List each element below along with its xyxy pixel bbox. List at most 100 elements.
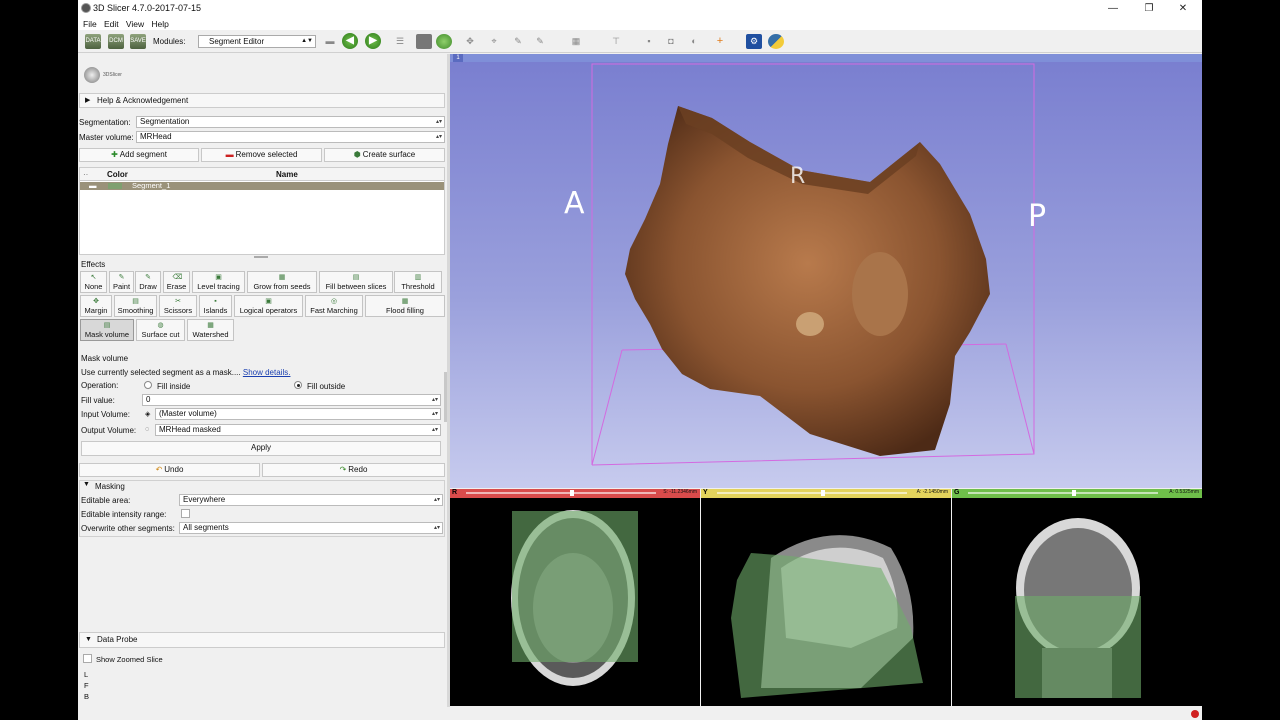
effect-grow-from-seeds-button[interactable]: ▦ Grow from seeds bbox=[247, 271, 317, 293]
overwrite-selector[interactable]: All segments ▴▾ bbox=[179, 522, 443, 534]
yellow-slice-view[interactable] bbox=[701, 498, 951, 706]
red-slice-slider[interactable] bbox=[466, 492, 656, 494]
master-volume-selector[interactable]: MRHead ▴▾ bbox=[136, 131, 445, 143]
editable-area-selector[interactable]: Everywhere ▴▾ bbox=[179, 494, 443, 506]
segment-editor-icon[interactable]: ✎ bbox=[532, 34, 548, 49]
save-button[interactable]: SAVE bbox=[130, 34, 146, 49]
load-dicom-button[interactable]: DCM bbox=[108, 34, 124, 49]
green-slice-slider-handle[interactable] bbox=[1072, 490, 1076, 496]
effect-watershed-button[interactable]: ▦ Watershed bbox=[187, 319, 234, 341]
effect-mask-volume-button[interactable]: ▤ Mask volume bbox=[80, 319, 134, 341]
volume-cube-icon[interactable] bbox=[416, 34, 432, 49]
red-slice-view[interactable] bbox=[450, 498, 700, 706]
models-icon[interactable] bbox=[436, 34, 452, 49]
fill-outside-radio[interactable] bbox=[294, 381, 302, 389]
fill-outside-label[interactable]: Fill outside bbox=[307, 382, 345, 391]
input-volume-selector[interactable]: (Master volume) ▴▾ bbox=[155, 408, 441, 420]
effect-smoothing-button[interactable]: ▤ Smoothing bbox=[114, 295, 157, 317]
effect-fast-marching-button[interactable]: ◎ Fast Marching bbox=[305, 295, 363, 317]
yellow-slice-slider[interactable] bbox=[717, 492, 907, 494]
undo-icon: ↶ bbox=[155, 465, 163, 474]
close-button[interactable]: ✕ bbox=[1166, 0, 1200, 18]
undo-label: Undo bbox=[164, 465, 184, 474]
menu-edit[interactable]: Edit bbox=[104, 18, 119, 30]
yellow-slice-slider-handle[interactable] bbox=[821, 490, 825, 496]
remove-selected-button[interactable]: ▬ Remove selected bbox=[201, 148, 322, 162]
error-log-icon[interactable] bbox=[1191, 710, 1199, 718]
segments-table[interactable]: ·· Color Name ▬ Segment_1 bbox=[79, 167, 445, 255]
effect-margin-button[interactable]: ✥ Margin bbox=[80, 295, 112, 317]
show-details-link[interactable]: Show details. bbox=[243, 368, 291, 377]
table-row[interactable]: ▬ Segment_1 bbox=[80, 182, 444, 190]
forward-arrow-icon[interactable]: ▶ bbox=[365, 33, 381, 49]
effect-scissors-button[interactable]: ✂ Scissors bbox=[159, 295, 197, 317]
effect-level-tracing-button[interactable]: ▣ Level tracing bbox=[192, 271, 245, 293]
show-zoomed-slice-label[interactable]: Show Zoomed Slice bbox=[96, 655, 163, 664]
editable-intensity-checkbox[interactable] bbox=[181, 509, 190, 518]
red-slice-controller[interactable]: R S: -11.2346mm bbox=[450, 489, 700, 498]
splitter-handle[interactable] bbox=[254, 256, 268, 258]
segment-color-swatch[interactable] bbox=[108, 183, 122, 189]
show-zoomed-slice-checkbox[interactable] bbox=[83, 654, 92, 663]
screenshot-icon[interactable]: ▪ bbox=[641, 34, 657, 49]
effect-scissors-icon: ✂ bbox=[175, 298, 181, 305]
load-data-button[interactable]: DATA bbox=[85, 34, 101, 49]
help-acknowledgement-section[interactable]: ▶ Help & Acknowledgement bbox=[79, 93, 445, 108]
menu-file[interactable]: File bbox=[83, 18, 97, 30]
python-console-icon[interactable] bbox=[768, 34, 784, 49]
fill-inside-radio[interactable] bbox=[144, 381, 152, 389]
module-selector[interactable]: Segment Editor ▲▼ bbox=[198, 35, 316, 48]
segments-table-header: ·· Color Name bbox=[80, 168, 444, 181]
crosshair-icon[interactable]: + bbox=[712, 34, 728, 49]
redo-button[interactable]: ↷ Redo bbox=[262, 463, 445, 477]
effect-threshold-button[interactable]: ▥ Threshold bbox=[394, 271, 442, 293]
masking-label[interactable]: Masking bbox=[95, 482, 125, 491]
segmentation-selector[interactable]: Segmentation ▴▾ bbox=[136, 116, 445, 128]
effect-label: Grow from seeds bbox=[253, 282, 311, 291]
sagittal-slice-image bbox=[731, 535, 923, 698]
apply-button[interactable]: Apply bbox=[81, 441, 441, 456]
effect-draw-button[interactable]: ✎ Draw bbox=[135, 271, 161, 293]
spin-arrows-icon[interactable]: ▴▾ bbox=[432, 395, 438, 405]
layout-icon[interactable]: ▦ bbox=[568, 34, 584, 49]
eye-icon[interactable]: ▬ bbox=[89, 182, 97, 190]
window-level-icon[interactable]: ◐ bbox=[686, 34, 702, 49]
3d-view[interactable]: 1 A P R bbox=[450, 54, 1202, 488]
output-volume-node-icon: ◌ bbox=[145, 426, 150, 433]
back-arrow-icon[interactable]: ◀ bbox=[342, 33, 358, 49]
menu-view[interactable]: View bbox=[126, 18, 144, 30]
effect-surface-cut-button[interactable]: ◍ Surface cut bbox=[136, 319, 185, 341]
yellow-slice-controller[interactable]: Y A: -2.1450mm bbox=[701, 489, 951, 498]
transforms-icon[interactable]: ✥ bbox=[462, 34, 478, 49]
module-history-icon[interactable]: ▬ bbox=[322, 34, 338, 49]
output-volume-selector[interactable]: MRHead masked ▴▾ bbox=[155, 424, 441, 436]
effect-erase-button[interactable]: ⌫ Erase bbox=[163, 271, 190, 293]
effect-islands-button[interactable]: ▪ Islands bbox=[199, 295, 232, 317]
green-slice-view[interactable] bbox=[952, 498, 1202, 706]
green-slice-slider[interactable] bbox=[968, 492, 1158, 494]
create-surface-button[interactable]: ⬢ Create surface bbox=[324, 148, 445, 162]
module-list-icon[interactable]: ☰ bbox=[392, 34, 408, 49]
fill-value-spinbox[interactable]: 0 ▴▾ bbox=[142, 394, 441, 406]
effect-flood-filling-button[interactable]: ▦ Flood filling bbox=[365, 295, 445, 317]
effect-fill-between-slices-button[interactable]: ▤ Fill between slices bbox=[319, 271, 393, 293]
undo-button[interactable]: ↶ Undo bbox=[79, 463, 260, 477]
segment-name[interactable]: Segment_1 bbox=[132, 182, 170, 190]
restore-button[interactable]: ❐ bbox=[1132, 0, 1166, 18]
red-slice-slider-handle[interactable] bbox=[570, 490, 574, 496]
effect-paint-button[interactable]: ✎ Paint bbox=[109, 271, 134, 293]
crosshair-link-icon[interactable]: ⊤ bbox=[608, 34, 624, 49]
effect-logical-operators-button[interactable]: ▣ Logical operators bbox=[234, 295, 303, 317]
extension-manager-icon[interactable]: ⚙ bbox=[746, 34, 762, 49]
editor-icon[interactable]: ✎ bbox=[510, 34, 526, 49]
green-slice-controller[interactable]: G A: 0.5325mm bbox=[952, 489, 1202, 498]
scene-view-icon[interactable]: ◘ bbox=[663, 34, 679, 49]
effect-none-button[interactable]: ↖ None bbox=[80, 271, 107, 293]
minimize-button[interactable]: — bbox=[1096, 0, 1130, 18]
markups-icon[interactable]: ⌖ bbox=[486, 34, 502, 49]
add-segment-button[interactable]: ✚ Add segment bbox=[79, 148, 199, 162]
expanded-triangle-icon[interactable]: ▼ bbox=[83, 481, 90, 488]
fill-inside-label[interactable]: Fill inside bbox=[157, 382, 190, 391]
data-probe-section[interactable]: ▼ Data Probe bbox=[79, 632, 445, 648]
menu-help[interactable]: Help bbox=[151, 18, 168, 30]
